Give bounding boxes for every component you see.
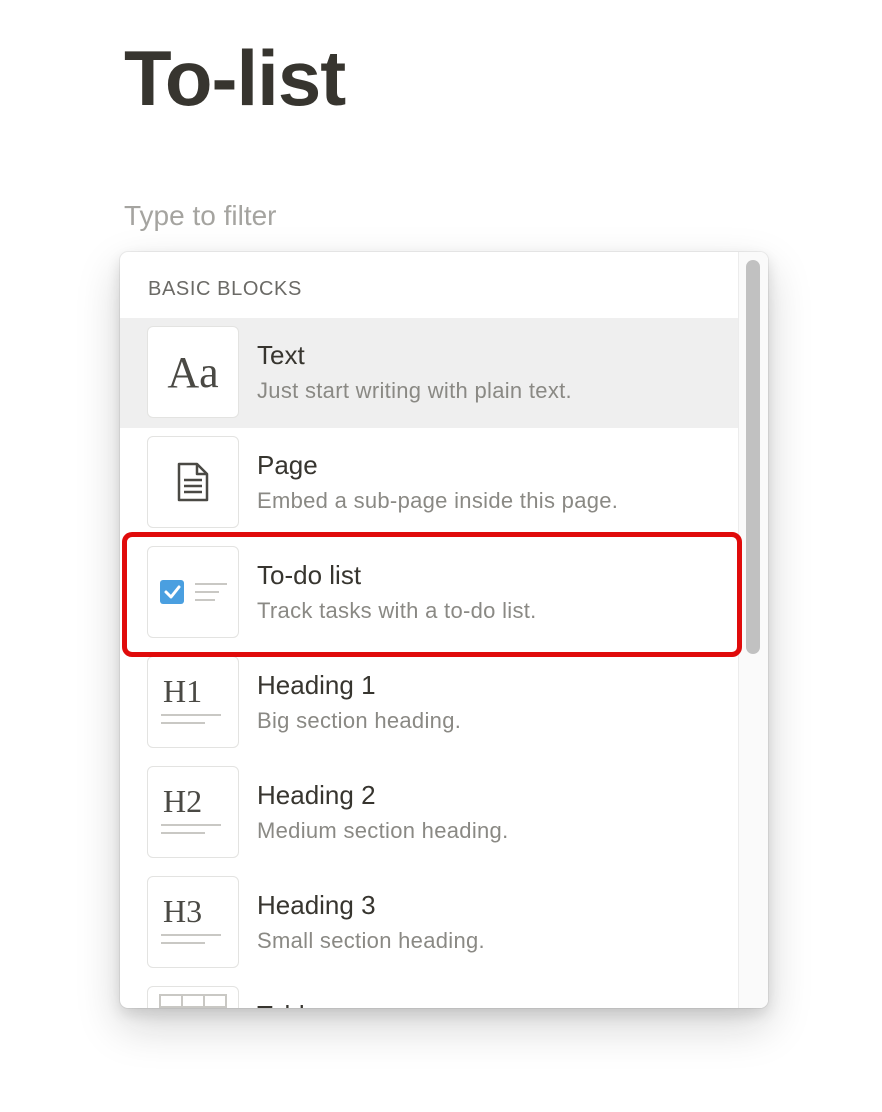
menu-item-page[interactable]: Page Embed a sub-page inside this page.	[120, 428, 738, 538]
menu-item-table[interactable]: Table	[120, 978, 738, 1008]
menu-item-title: Heading 2	[257, 780, 376, 810]
menu-item-text[interactable]: Aa Text Just start writing with plain te…	[120, 318, 738, 428]
text-aa-icon: Aa	[147, 326, 239, 418]
menu-item-description: Just start writing with plain text.	[257, 378, 572, 403]
menu-item-description: Medium section heading.	[257, 818, 509, 843]
page-document-icon	[147, 436, 239, 528]
menu-item-description: Track tasks with a to-do list.	[257, 598, 537, 623]
menu-item-description: Embed a sub-page inside this page.	[257, 488, 619, 513]
heading-3-icon: H3	[147, 876, 239, 968]
todo-checkbox-icon	[147, 546, 239, 638]
page-title: To-list	[124, 34, 346, 122]
menu-item-heading-1[interactable]: H1 Heading 1 Big section heading.	[120, 648, 738, 758]
scrollbar-thumb[interactable]	[746, 260, 760, 654]
menu-item-description: Big section heading.	[257, 708, 462, 733]
menu-item-title: Table	[257, 1000, 319, 1008]
page: To-list BASIC BLOCKS Aa Text Just start …	[0, 0, 882, 1112]
table-icon	[147, 986, 239, 1008]
heading-2-icon: H2	[147, 766, 239, 858]
menu-item-title: Heading 3	[257, 890, 376, 920]
heading-1-icon: H1	[147, 656, 239, 748]
block-menu: BASIC BLOCKS Aa Text Just start writing …	[120, 252, 768, 1008]
menu-item-title: To-do list	[257, 560, 362, 590]
block-menu-list: BASIC BLOCKS Aa Text Just start writing …	[120, 252, 738, 1008]
section-header: BASIC BLOCKS	[148, 278, 302, 300]
menu-item-title: Text	[257, 340, 305, 370]
filter-input[interactable]	[124, 196, 684, 236]
scrollbar[interactable]	[738, 252, 768, 1008]
menu-item-heading-2[interactable]: H2 Heading 2 Medium section heading.	[120, 758, 738, 868]
menu-item-title: Page	[257, 450, 318, 480]
menu-item-description: Small section heading.	[257, 928, 485, 953]
menu-item-heading-3[interactable]: H3 Heading 3 Small section heading.	[120, 868, 738, 978]
menu-item-title: Heading 1	[257, 670, 376, 700]
menu-item-todo-list[interactable]: To-do list Track tasks with a to-do list…	[120, 538, 738, 648]
